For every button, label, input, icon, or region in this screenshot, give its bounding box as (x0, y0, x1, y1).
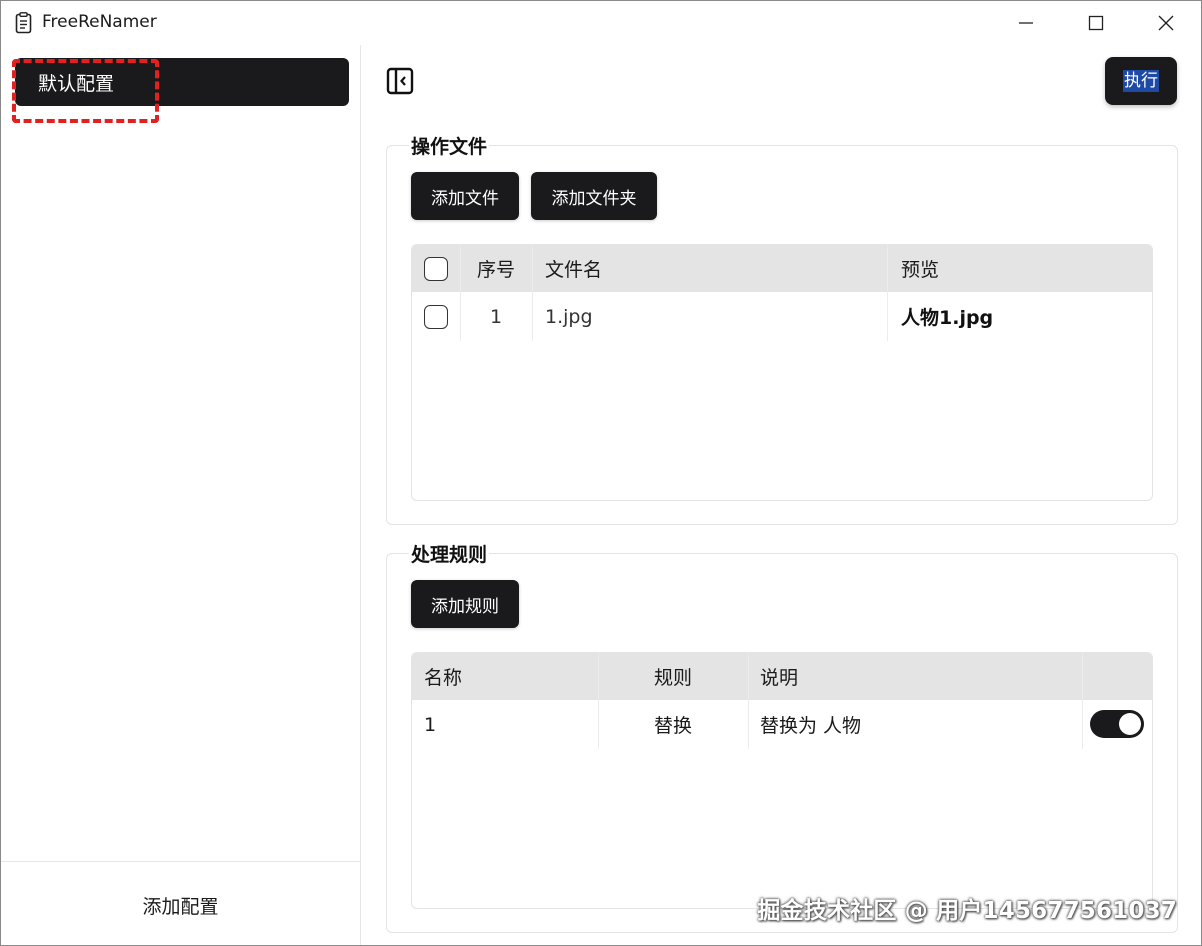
add-file-button[interactable]: 添加文件 (411, 172, 519, 220)
rules-section: 处理规则 添加规则 名称 规则 说明 1 替换 替换为 人物 (386, 540, 1178, 933)
rules-table-header: 名称 规则 说明 (412, 653, 1152, 700)
profile-label: 默认配置 (38, 72, 115, 95)
rule-type: 替换 (653, 715, 692, 737)
rules-section-title: 处理规则 (409, 540, 490, 567)
sidebar-item-default-profile[interactable]: 默认配置 (15, 58, 349, 106)
sidebar-divider (1, 861, 360, 862)
execute-label: 执行 (1123, 70, 1159, 92)
column-divider (748, 700, 749, 749)
column-header-filename[interactable]: 文件名 (545, 245, 602, 292)
watermark: 掘金技术社区 @ 用户145677561037 (757, 898, 1177, 924)
column-divider (460, 292, 461, 341)
column-divider (887, 245, 888, 292)
table-row[interactable]: 1 替换 替换为 人物 (412, 700, 1152, 749)
column-header-index[interactable]: 序号 (460, 245, 532, 292)
files-section: 操作文件 添加文件 添加文件夹 序号 文件名 预览 1 1.jpg 人物1.jp… (386, 132, 1178, 525)
column-divider (532, 245, 533, 292)
column-divider (532, 292, 533, 341)
rule-enabled-toggle[interactable] (1090, 710, 1144, 738)
add-folder-button[interactable]: 添加文件夹 (531, 172, 657, 220)
table-row[interactable]: 1 1.jpg 人物1.jpg (412, 292, 1152, 341)
column-header-description[interactable]: 说明 (760, 653, 798, 700)
app-logo-icon (15, 12, 32, 34)
window-title: FreeReNamer (42, 12, 157, 32)
row-select-cell (424, 292, 448, 341)
add-profile-button[interactable]: 添加配置 (1, 875, 360, 935)
rule-description: 替换为 人物 (760, 715, 862, 737)
minimize-button[interactable] (991, 1, 1061, 45)
column-header-name[interactable]: 名称 (424, 653, 462, 700)
column-divider (598, 700, 599, 749)
column-divider (460, 245, 461, 292)
select-all-checkbox[interactable] (424, 256, 448, 281)
row-preview: 人物1.jpg (901, 307, 994, 329)
column-divider (748, 653, 749, 700)
rules-table: 名称 规则 说明 1 替换 替换为 人物 (411, 652, 1153, 909)
toggle-knob (1119, 713, 1141, 735)
files-table-header: 序号 文件名 预览 (412, 245, 1152, 292)
title-bar: FreeReNamer (1, 1, 1201, 45)
app-window: FreeReNamer 默认配置 添加配置 执行 操作文件 添加文件 添加文件夹… (0, 0, 1202, 946)
rule-name: 1 (424, 713, 437, 736)
column-divider (1082, 700, 1083, 749)
files-section-title: 操作文件 (409, 132, 490, 159)
column-header-rule[interactable]: 规则 (598, 653, 748, 700)
maximize-button[interactable] (1061, 1, 1131, 45)
main-panel: 执行 操作文件 添加文件 添加文件夹 序号 文件名 预览 1 1.jpg 人物1… (362, 45, 1201, 945)
column-divider (1082, 653, 1083, 700)
sidebar: 默认配置 添加配置 (1, 45, 361, 945)
close-button[interactable] (1131, 1, 1201, 45)
select-all-cell (424, 245, 448, 292)
column-divider (887, 292, 888, 341)
row-checkbox[interactable] (424, 304, 448, 329)
execute-button[interactable]: 执行 (1105, 57, 1177, 105)
sidebar-toggle-button[interactable] (386, 67, 414, 95)
row-index: 1 (489, 305, 503, 328)
add-rule-button[interactable]: 添加规则 (411, 580, 519, 628)
row-filename: 1.jpg (545, 305, 593, 328)
minimize-icon (1019, 22, 1033, 24)
files-table: 序号 文件名 预览 1 1.jpg 人物1.jpg (411, 244, 1153, 501)
column-header-preview[interactable]: 预览 (901, 245, 939, 292)
close-icon (1158, 15, 1174, 31)
column-divider (598, 653, 599, 700)
maximize-icon (1088, 15, 1104, 31)
sidebar-toggle-icon (386, 67, 414, 95)
